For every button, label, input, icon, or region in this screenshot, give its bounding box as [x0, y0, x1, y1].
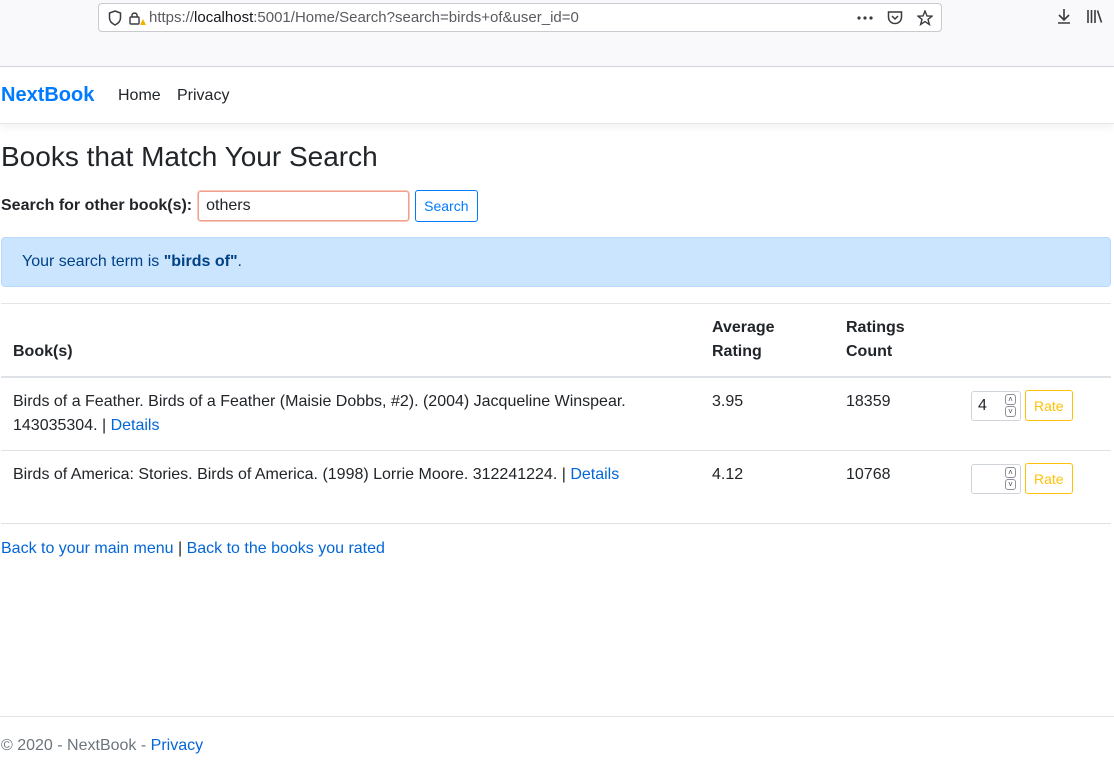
alert-prefix: Your search term is [22, 253, 164, 270]
search-input[interactable] [198, 191, 410, 221]
more-actions-icon[interactable] [855, 8, 875, 28]
spinner[interactable]: ˄ ˅ [1005, 394, 1016, 417]
page-title: Books that Match Your Search [1, 141, 378, 172]
nav-link-privacy[interactable]: Privacy [177, 87, 229, 105]
rating-number-input[interactable]: 4 ˄ ˅ [971, 390, 1021, 421]
table-header-row: Book(s) Average Rating Ratings Count [1, 310, 1111, 378]
browser-chrome: https://localhost:5001/Home/Search?searc… [0, 0, 1114, 67]
rate-button[interactable]: Rate [1025, 390, 1073, 421]
shield-icon[interactable] [105, 8, 125, 28]
footer-text: © 2020 - NextBook - [1, 737, 151, 754]
book-cell: Birds of a Feather. Birds of a Feather (… [1, 377, 700, 451]
search-form: Search for other book(s): Search [1, 190, 478, 222]
book-text: Birds of a Feather. Birds of a Feather (… [13, 393, 626, 434]
rating-value: 4 [978, 396, 987, 414]
back-to-main-menu-link[interactable]: Back to your main menu [1, 540, 174, 557]
downloads-icon[interactable] [1056, 7, 1072, 30]
spin-up-icon[interactable]: ˄ [1005, 467, 1016, 478]
details-link[interactable]: Details [111, 417, 160, 434]
spinner[interactable]: ˄ ˅ [1005, 467, 1016, 490]
rate-cell: ˄ ˅ Rate [960, 450, 1111, 524]
site-navbar: NextBook Home Privacy [0, 67, 1114, 124]
search-button[interactable]: Search [415, 190, 478, 222]
average-rating-cell: 4.12 [700, 450, 834, 524]
url-host: localhost [194, 9, 254, 26]
insecure-lock-icon[interactable] [127, 8, 147, 28]
bookmark-star-icon[interactable] [915, 8, 935, 28]
url-prefix: https:// [149, 9, 195, 26]
search-term-alert: Your search term is "birds of". [1, 237, 1111, 287]
url-text[interactable]: https://localhost:5001/Home/Search?searc… [149, 9, 579, 26]
rating-number-input[interactable]: ˄ ˅ [971, 463, 1021, 494]
back-links: Back to your main menu | Back to the boo… [1, 540, 385, 558]
header-rate [960, 310, 1111, 378]
alert-suffix: . [237, 253, 242, 270]
table-row: Birds of a Feather. Birds of a Feather (… [1, 377, 1111, 451]
back-to-rated-books-link[interactable]: Back to the books you rated [187, 540, 385, 557]
book-text: Birds of America: Stories. Birds of Amer… [13, 466, 571, 483]
footer-divider [0, 716, 1114, 717]
spin-down-icon[interactable]: ˅ [1005, 479, 1016, 490]
details-link[interactable]: Details [570, 466, 619, 483]
nav-link-home[interactable]: Home [118, 87, 161, 105]
rate-button[interactable]: Rate [1025, 463, 1073, 494]
ratings-count-cell: 18359 [834, 377, 960, 451]
spin-down-icon[interactable]: ˅ [1005, 406, 1016, 417]
table-row: Birds of America: Stories. Birds of Amer… [1, 450, 1111, 524]
alert-term: "birds of" [163, 253, 238, 270]
average-rating-cell: 3.95 [700, 377, 834, 451]
ratings-count-cell: 10768 [834, 450, 960, 524]
search-label: Search for other book(s): [1, 197, 193, 214]
pocket-icon[interactable] [885, 8, 905, 28]
link-separator: | [173, 540, 187, 557]
library-icon[interactable] [1086, 7, 1104, 30]
header-ratings-count: Ratings Count [834, 310, 960, 378]
brand-link[interactable]: NextBook [1, 84, 94, 107]
footer: © 2020 - NextBook - Privacy [1, 737, 203, 755]
footer-privacy-link[interactable]: Privacy [151, 737, 203, 754]
header-average-rating: Average Rating [700, 310, 834, 378]
book-cell: Birds of America: Stories. Birds of Amer… [1, 450, 700, 524]
url-bar[interactable]: https://localhost:5001/Home/Search?searc… [98, 3, 942, 32]
header-books: Book(s) [1, 310, 700, 378]
divider-top [1, 303, 1111, 304]
rate-cell: 4 ˄ ˅ Rate [960, 377, 1111, 451]
url-rest: :5001/Home/Search?search=birds+of&user_i… [253, 9, 579, 26]
spin-up-icon[interactable]: ˄ [1005, 394, 1016, 405]
results-table: Book(s) Average Rating Ratings Count Bir… [1, 310, 1111, 524]
